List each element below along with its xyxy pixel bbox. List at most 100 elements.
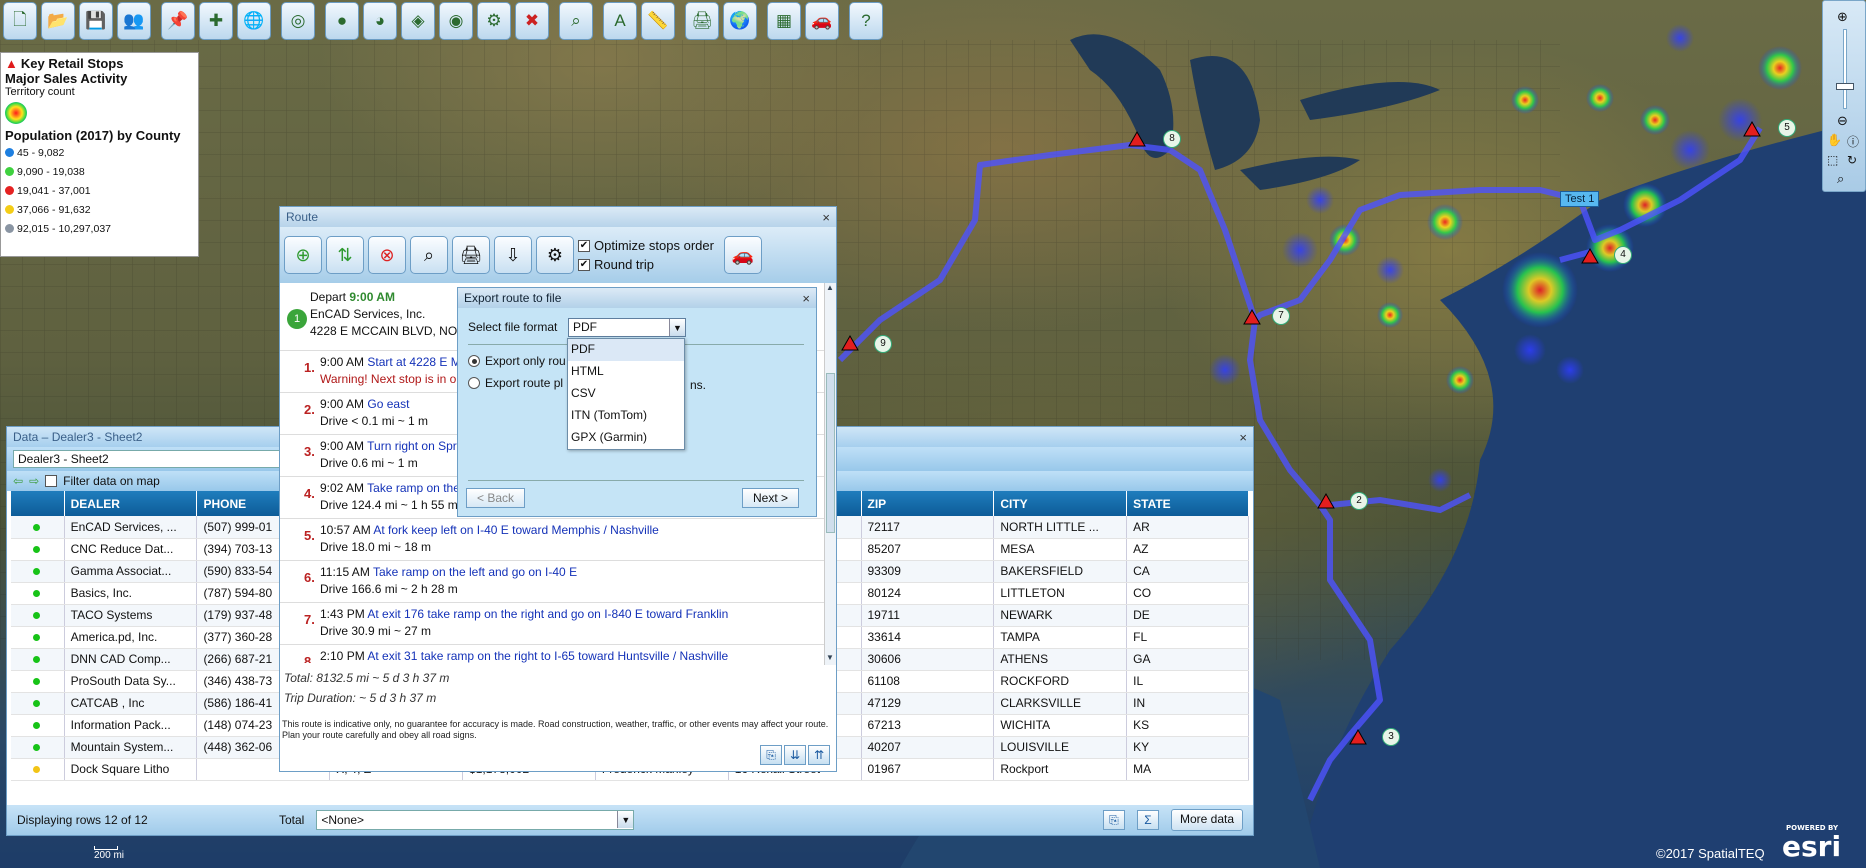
copy-icon[interactable]: ⎘ — [1102, 810, 1125, 830]
info-icon[interactable]: ⓘ — [1847, 133, 1859, 150]
route-step[interactable]: 5. 10:57 AM At fork keep left on I-40 E t… — [280, 518, 824, 560]
cell-dealer[interactable]: Basics, Inc. — [64, 582, 198, 605]
search-icon[interactable]: ⌕ — [1837, 171, 1844, 187]
step-instruction[interactable]: At exit 31 take ramp on the right to I-6… — [367, 649, 728, 663]
sheet-select[interactable]: Dealer3 - Sheet2 — [13, 450, 283, 468]
column-header[interactable]: STATE — [1126, 491, 1249, 516]
print-icon[interactable]: 🖨 — [685, 2, 719, 40]
step-instruction[interactable]: Start at 4228 E M — [367, 355, 460, 369]
open-folder-icon[interactable]: 📂 — [41, 2, 75, 40]
stop-label-test1[interactable]: Test 1 — [1560, 191, 1600, 207]
format-option[interactable]: CSV — [568, 383, 684, 405]
stop-label-7[interactable]: 7 — [1272, 307, 1290, 325]
step-instruction[interactable]: At fork keep left on I-40 E toward Memph… — [373, 523, 658, 537]
cell-zip[interactable]: 85207 — [861, 538, 995, 561]
label-icon[interactable]: A — [603, 2, 637, 40]
cell-dealer[interactable]: EnCAD Services, ... — [64, 516, 198, 539]
pushpin-icon[interactable]: 📌 — [161, 2, 195, 40]
cell-state[interactable]: FL — [1126, 626, 1249, 649]
pan-icon[interactable]: ✋ — [1827, 133, 1842, 147]
delete-stop-icon[interactable]: ⊗ — [368, 236, 406, 274]
copy-icon[interactable]: ⎘ — [760, 745, 782, 765]
more-data-button[interactable]: More data — [1170, 809, 1243, 831]
zoom-out-icon[interactable]: ⊖ — [1837, 113, 1848, 129]
cell-state[interactable]: DE — [1126, 604, 1249, 627]
bubbles-icon[interactable]: ● — [325, 2, 359, 40]
sum-icon[interactable]: Σ — [1136, 810, 1159, 830]
cell-zip[interactable]: 33614 — [861, 626, 995, 649]
help-icon[interactable]: ? — [849, 2, 883, 40]
pie-icon[interactable]: ◕ — [363, 2, 397, 40]
step-instruction[interactable]: Go east — [367, 397, 409, 411]
cell-dealer[interactable]: America.pd, Inc. — [64, 626, 198, 649]
step-instruction[interactable]: At exit 176 take ramp on the right and g… — [367, 607, 728, 621]
cell-state[interactable]: GA — [1126, 648, 1249, 671]
cell-city[interactable]: Rockport — [993, 758, 1128, 781]
save-icon[interactable]: 💾 — [79, 2, 113, 40]
cell-zip[interactable]: 93309 — [861, 560, 995, 583]
stop-label-5[interactable]: 5 — [1778, 119, 1796, 137]
zoom-slider-handle[interactable] — [1836, 83, 1854, 90]
steps-scrollbar[interactable]: ▲ ▼ — [824, 283, 836, 665]
select-icon[interactable]: ⬚ — [1827, 153, 1838, 167]
chevron-down-icon[interactable]: ▼ — [617, 811, 634, 828]
cell-state[interactable]: KS — [1126, 714, 1249, 737]
cell-city[interactable]: NEWARK — [993, 604, 1128, 627]
export-only-radio[interactable] — [468, 355, 480, 367]
column-header[interactable]: CITY — [993, 491, 1128, 516]
reorder-icon[interactable]: ⇅ — [326, 236, 364, 274]
cell-state[interactable]: IN — [1126, 692, 1249, 715]
cell-zip[interactable]: 67213 — [861, 714, 995, 737]
add-stop-icon[interactable]: ⊕ — [284, 236, 322, 274]
cell-dealer[interactable]: Mountain System... — [64, 736, 198, 759]
ruler-icon[interactable]: 📏 — [641, 2, 675, 40]
cell-zip[interactable]: 80124 — [861, 582, 995, 605]
cell-dealer[interactable]: CNC Reduce Dat... — [64, 538, 198, 561]
heatmap-icon[interactable]: ◉ — [439, 2, 473, 40]
cell-dealer[interactable]: CATCAB , Inc — [64, 692, 198, 715]
cell-city[interactable]: NORTH LITTLE ... — [993, 516, 1128, 539]
step-instruction[interactable]: Take ramp on the — [367, 481, 460, 495]
stop-label-3[interactable]: 3 — [1382, 728, 1400, 746]
settings-icon[interactable]: ⚙ — [536, 236, 574, 274]
globe-save-icon[interactable]: 🌍 — [723, 2, 757, 40]
cell-dealer[interactable]: DNN CAD Comp... — [64, 648, 198, 671]
cell-zip[interactable]: 47129 — [861, 692, 995, 715]
zoom-in-icon[interactable]: ⊕ — [1837, 9, 1848, 25]
users-icon[interactable]: 👥 — [117, 2, 151, 40]
cell-dealer[interactable]: Gamma Associat... — [64, 560, 198, 583]
cell-zip[interactable]: 30606 — [861, 648, 995, 671]
cell-state[interactable]: CA — [1126, 560, 1249, 583]
cell-city[interactable]: ROCKFORD — [993, 670, 1128, 693]
route-step[interactable]: 7. 1:43 PM At exit 176 take ramp on the r… — [280, 602, 824, 644]
cell-dealer[interactable]: TACO Systems — [64, 604, 198, 627]
step-instruction[interactable]: Take ramp on the left and go on I-40 E — [373, 565, 577, 579]
back-arrow-icon[interactable]: ⇦ — [13, 474, 23, 488]
cell-city[interactable]: TAMPA — [993, 626, 1128, 649]
target-icon[interactable]: ◎ — [281, 2, 315, 40]
route-car-icon[interactable]: 🚗 — [805, 2, 839, 40]
stop-label-2[interactable]: 2 — [1350, 492, 1368, 510]
cell-zip[interactable]: 61108 — [861, 670, 995, 693]
new-doc-icon[interactable]: 🗋 — [3, 2, 37, 40]
car-icon[interactable]: 🚗 — [723, 236, 762, 274]
cell-dealer[interactable]: Dock Square Litho — [64, 758, 198, 781]
zoom-slider[interactable] — [1843, 29, 1847, 109]
cell-city[interactable]: WICHITA — [993, 714, 1128, 737]
back-button[interactable]: < Back — [466, 488, 526, 508]
total-select[interactable]: <None> ▼ — [316, 810, 635, 830]
expand-icon[interactable]: ⇊ — [784, 745, 806, 765]
format-option[interactable]: ITN (TomTom) — [568, 405, 684, 427]
cell-city[interactable]: LOUISVILLE — [993, 736, 1128, 759]
globe-icon[interactable]: 🌐 — [237, 2, 271, 40]
cell-state[interactable]: MA — [1126, 758, 1249, 781]
cell-dealer[interactable]: Information Pack... — [64, 714, 198, 737]
close-icon[interactable]: × — [822, 210, 830, 225]
format-option[interactable]: HTML — [568, 361, 684, 383]
layer-icon[interactable]: ◈ — [401, 2, 435, 40]
cell-city[interactable]: LITTLETON — [993, 582, 1128, 605]
export-plan-radio[interactable] — [468, 377, 480, 389]
column-header[interactable]: ZIP — [861, 491, 995, 516]
roundtrip-checkbox[interactable]: ✔ — [578, 258, 590, 271]
close-icon[interactable]: × — [1239, 430, 1247, 445]
